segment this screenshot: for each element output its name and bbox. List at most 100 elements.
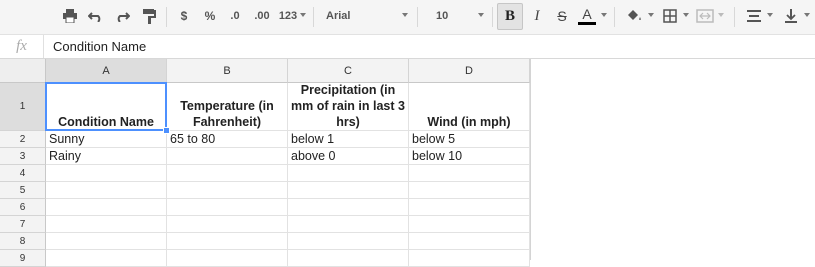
- cell-a6[interactable]: [46, 199, 167, 216]
- fx-icon: fx: [0, 35, 44, 58]
- toolbar-separator: [492, 7, 493, 27]
- cell-a8[interactable]: [46, 233, 167, 250]
- cell-b9[interactable]: [167, 250, 288, 267]
- row-header-7[interactable]: 7: [0, 216, 46, 233]
- toolbar-separator: [614, 7, 615, 27]
- text-color-swatch: [578, 22, 596, 25]
- font-size-select[interactable]: 10: [424, 4, 486, 28]
- text-color-chevron-down-icon: [601, 13, 607, 17]
- cell-a4[interactable]: [46, 165, 167, 182]
- toolbar-separator: [166, 7, 167, 27]
- cell-value: Sunny: [49, 132, 85, 146]
- cell-value: below 10: [412, 149, 463, 163]
- cell-value: above 0: [291, 149, 336, 163]
- cell-a2[interactable]: Sunny: [46, 131, 167, 148]
- cell-b8[interactable]: [167, 233, 288, 250]
- font-family-select[interactable]: Arial: [320, 4, 410, 28]
- cell-b6[interactable]: [167, 199, 288, 216]
- cell-d1[interactable]: Wind (in mph): [409, 83, 530, 131]
- row-header-9[interactable]: 9: [0, 250, 46, 267]
- merge-cells-chevron-down-icon: [718, 13, 724, 17]
- cell-a5[interactable]: [46, 182, 167, 199]
- cell-c2[interactable]: below 1: [288, 131, 409, 148]
- column-header-b[interactable]: B: [167, 59, 288, 83]
- font-family-chevron-down-icon: [402, 13, 408, 17]
- font-size-value: 10: [436, 10, 449, 22]
- cell-c3[interactable]: above 0: [288, 148, 409, 165]
- text-color-button[interactable]: A: [576, 4, 598, 28]
- font-size-chevron-down-icon: [478, 13, 484, 17]
- column-header-a[interactable]: A: [46, 59, 167, 83]
- cell-value: Precipitation (in mm of rain in last 3 h…: [291, 83, 405, 129]
- cell-value: below 1: [291, 132, 335, 146]
- italic-button[interactable]: I: [528, 4, 546, 28]
- cell-value: Condition Name: [58, 115, 154, 129]
- bold-button[interactable]: B: [497, 3, 523, 30]
- cell-d4[interactable]: [409, 165, 530, 182]
- select-all-corner[interactable]: [0, 59, 46, 83]
- borders-chevron-down-icon: [683, 13, 689, 17]
- cell-d9[interactable]: [409, 250, 530, 267]
- cell-d7[interactable]: [409, 216, 530, 233]
- cell-value: Temperature (in Fahrenheit): [180, 99, 274, 129]
- cell-b3[interactable]: [167, 148, 288, 165]
- formula-bar: fx Condition Name: [0, 35, 815, 59]
- cell-a7[interactable]: [46, 216, 167, 233]
- cell-value: Rainy: [49, 149, 81, 163]
- fill-color-icon[interactable]: [622, 4, 646, 28]
- cell-c9[interactable]: [288, 250, 409, 267]
- text-color-label: A: [582, 6, 592, 22]
- cell-c4[interactable]: [288, 165, 409, 182]
- cell-d2[interactable]: below 5: [409, 131, 530, 148]
- cell-b5[interactable]: [167, 182, 288, 199]
- cell-b7[interactable]: [167, 216, 288, 233]
- cell-b4[interactable]: [167, 165, 288, 182]
- cell-c6[interactable]: [288, 199, 409, 216]
- cell-d3[interactable]: below 10: [409, 148, 530, 165]
- font-family-value: Arial: [326, 10, 351, 22]
- percent-format-button[interactable]: %: [201, 4, 219, 28]
- currency-format-button[interactable]: $: [176, 4, 192, 28]
- cell-b1[interactable]: Temperature (in Fahrenheit): [167, 83, 288, 131]
- formula-input[interactable]: Condition Name: [53, 35, 146, 58]
- column-header-c[interactable]: C: [288, 59, 409, 83]
- cell-b2[interactable]: 65 to 80: [167, 131, 288, 148]
- align-horizontal-chevron-down-icon: [767, 13, 773, 17]
- cell-a1[interactable]: Condition Name: [46, 83, 167, 131]
- cell-value: Wind (in mph): [427, 115, 511, 129]
- toolbar-separator: [734, 7, 735, 27]
- cell-c7[interactable]: [288, 216, 409, 233]
- align-horizontal-icon[interactable]: [744, 4, 764, 28]
- increase-decimal-button[interactable]: .00: [251, 4, 273, 28]
- paint-format-icon[interactable]: [139, 4, 159, 28]
- row-header-1[interactable]: 1: [0, 83, 46, 131]
- cell-a9[interactable]: [46, 250, 167, 267]
- cell-a3[interactable]: Rainy: [46, 148, 167, 165]
- cell-d8[interactable]: [409, 233, 530, 250]
- row-header-3[interactable]: 3: [0, 148, 46, 165]
- toolbar: $ % .0 .00 123 Arial 10 B I S A: [0, 0, 815, 35]
- print-icon[interactable]: [60, 4, 80, 28]
- redo-icon[interactable]: [112, 4, 132, 28]
- row-header-5[interactable]: 5: [0, 182, 46, 199]
- cell-c1[interactable]: Precipitation (in mm of rain in last 3 h…: [288, 83, 409, 131]
- cell-d6[interactable]: [409, 199, 530, 216]
- row-header-6[interactable]: 6: [0, 199, 46, 216]
- cell-c5[interactable]: [288, 182, 409, 199]
- row-header-2[interactable]: 2: [0, 131, 46, 148]
- row-header-4[interactable]: 4: [0, 165, 46, 182]
- undo-icon[interactable]: [86, 4, 106, 28]
- cell-c8[interactable]: [288, 233, 409, 250]
- decrease-decimal-button[interactable]: .0: [226, 4, 244, 28]
- more-formats-button[interactable]: 123: [277, 4, 299, 28]
- strikethrough-button[interactable]: S: [553, 4, 571, 28]
- align-vertical-icon[interactable]: [782, 4, 800, 28]
- merge-cells-icon[interactable]: [694, 4, 716, 28]
- fill-handle[interactable]: [163, 127, 170, 134]
- toolbar-separator: [417, 7, 418, 27]
- toolbar-separator: [313, 7, 314, 27]
- borders-icon[interactable]: [660, 4, 680, 28]
- column-header-d[interactable]: D: [409, 59, 530, 83]
- cell-d5[interactable]: [409, 182, 530, 199]
- row-header-8[interactable]: 8: [0, 233, 46, 250]
